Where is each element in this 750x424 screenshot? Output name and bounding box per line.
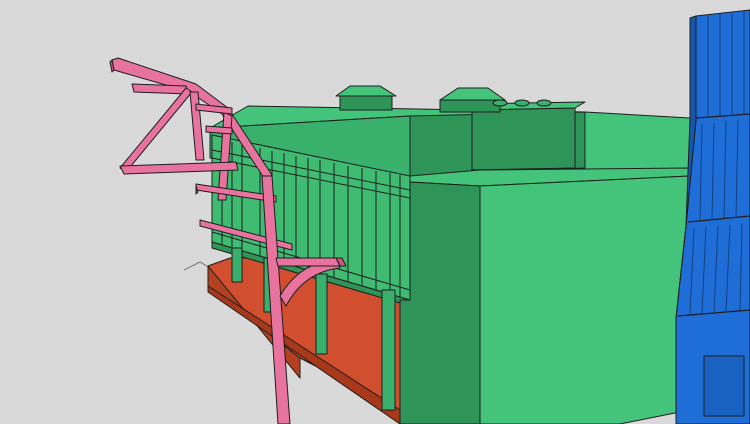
column [315, 273, 328, 355]
roof-cap [492, 99, 508, 107]
column [381, 289, 396, 411]
truss-left-rafter [131, 83, 189, 95]
viewport-canvas[interactable] [0, 0, 750, 424]
lower-volume-front [479, 175, 691, 424]
roof-cap [536, 99, 552, 107]
roof-vent-left [339, 95, 393, 111]
roof-cap [514, 99, 530, 107]
3d-viewport[interactable] [0, 0, 750, 424]
truss-beam [275, 257, 341, 267]
roof-vent-right [439, 99, 501, 113]
truss-web [205, 125, 233, 135]
lower-volume-left [399, 181, 481, 424]
tower-door [703, 355, 745, 417]
roof-box-front [471, 107, 576, 171]
column [231, 247, 243, 283]
